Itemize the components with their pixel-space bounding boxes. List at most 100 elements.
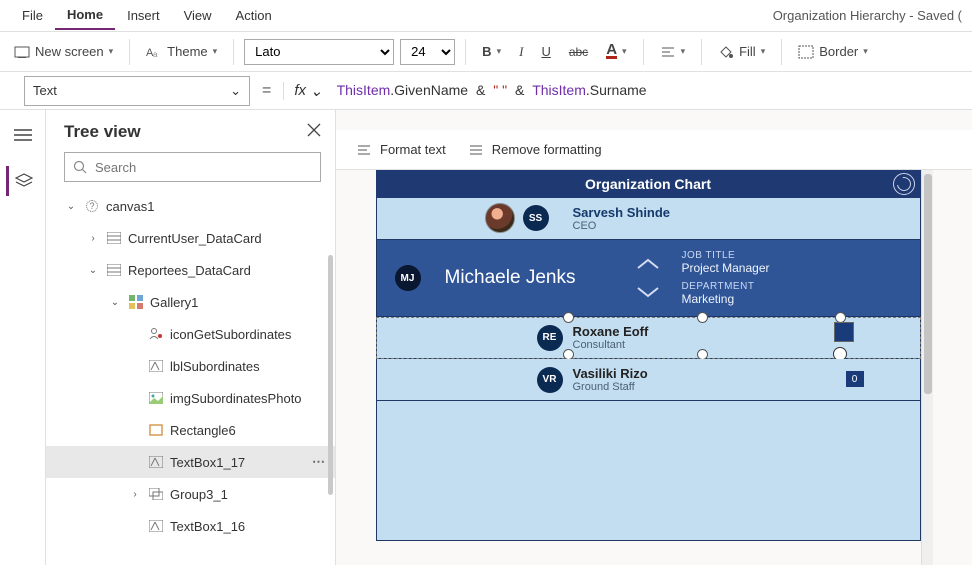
menu-bar: File Home Insert View Action Organizatio…	[0, 0, 972, 32]
bold-icon: B	[482, 44, 491, 59]
tree-search-input[interactable]	[95, 160, 312, 175]
fill-icon	[718, 44, 734, 60]
tree-node-icongetsubs[interactable]: iconGetSubordinates	[46, 318, 335, 350]
collapse-icon[interactable]: ⌄	[108, 297, 122, 308]
underline-button[interactable]: U	[535, 40, 556, 63]
hamburger-button[interactable]	[8, 120, 38, 150]
menu-view[interactable]: View	[172, 2, 224, 29]
avatar-initials: VR	[537, 367, 563, 393]
tree-title: Tree view	[64, 122, 141, 142]
left-rail	[0, 110, 46, 565]
tree-node-label: TextBox1_16	[170, 519, 245, 534]
more-icon[interactable]: ⋯	[312, 454, 327, 470]
strikethrough-button[interactable]: abc	[563, 41, 594, 63]
tree-node-lblsubs[interactable]: lblSubordinates	[46, 350, 335, 382]
new-screen-button[interactable]: New screen ▾	[8, 40, 119, 64]
font-color-icon: A	[606, 45, 617, 59]
tree-node-textbox1-17[interactable]: TextBox1_17 ⋯	[46, 446, 335, 478]
tree-node-label: Reportees_DataCard	[128, 263, 251, 278]
person-name: Vasiliki Rizo	[573, 366, 648, 381]
chevron-down-icon: ▾	[497, 46, 502, 57]
formula-input[interactable]: ThisItem.GivenName & " " & ThisItem.Surn…	[323, 82, 972, 99]
font-family-select[interactable]: Lato	[244, 39, 394, 65]
remove-formatting-button[interactable]: Remove formatting	[468, 142, 602, 157]
expand-icon[interactable]: ›	[86, 233, 100, 244]
tree-node-imgsubs[interactable]: imgSubordinatesPhoto	[46, 382, 335, 414]
formula-bar: Text ⌄ = fx ⌄ ThisItem.GivenName & " " &…	[0, 72, 972, 110]
canvas-scrollbar[interactable]	[921, 170, 933, 565]
menu-home[interactable]: Home	[55, 1, 115, 30]
datacard-icon	[106, 230, 122, 246]
chevron-down-icon: ▾	[109, 46, 114, 57]
refresh-icon[interactable]	[893, 173, 915, 195]
tree-node-currentuser[interactable]: › CurrentUser_DataCard	[46, 222, 335, 254]
selected-badge-box[interactable]	[834, 322, 854, 342]
gallery-empty-area[interactable]	[376, 401, 921, 541]
chevron-down-icon[interactable]	[635, 285, 661, 299]
align-button[interactable]: ▾	[654, 40, 692, 64]
org-manager-row[interactable]: MJ Michaele Jenks JOB TITLE Project Mana…	[376, 240, 921, 317]
nav-up-down[interactable]	[635, 257, 661, 299]
label-icon	[148, 358, 164, 374]
org-subordinate-row[interactable]: RE Roxane Eoff Consultant	[376, 317, 921, 359]
close-icon	[307, 123, 321, 137]
new-screen-label: New screen	[35, 44, 104, 59]
tree-node-reportees[interactable]: ⌄ Reportees_DataCard	[46, 254, 335, 286]
format-text-button[interactable]: Format text	[356, 142, 446, 157]
app-preview[interactable]: Organization Chart SS Sarvesh Shinde CEO	[376, 170, 921, 565]
tree-node-group3-1[interactable]: › Group3_1	[46, 478, 335, 510]
hamburger-icon	[14, 128, 32, 142]
close-tree-button[interactable]	[307, 123, 321, 142]
collapse-icon[interactable]: ⌄	[64, 201, 78, 212]
menu-file[interactable]: File	[10, 2, 55, 29]
scrollbar-thumb[interactable]	[924, 174, 932, 394]
rectangle-icon	[148, 422, 164, 438]
tree-node-label: TextBox1_17	[170, 455, 245, 470]
property-select-value: Text	[33, 83, 57, 98]
tree-view-button[interactable]	[6, 166, 36, 196]
label-icon	[148, 454, 164, 470]
label-icon	[148, 518, 164, 534]
font-color-button[interactable]: A ▾	[600, 41, 632, 63]
fx-button[interactable]: fx ⌄	[283, 82, 322, 100]
tree-node-rect6[interactable]: Rectangle6	[46, 414, 335, 446]
tree-search[interactable]	[64, 152, 321, 182]
menu-action[interactable]: Action	[224, 2, 284, 29]
tree-node-canvas1[interactable]: ⌄ ? canvas1	[46, 190, 335, 222]
underline-icon: U	[541, 44, 550, 59]
person-title: Consultant	[573, 339, 649, 351]
expand-icon[interactable]: ›	[128, 489, 142, 500]
tree-node-textbox1-16[interactable]: TextBox1_16	[46, 510, 335, 542]
collapse-icon[interactable]: ⌄	[86, 265, 100, 276]
property-select[interactable]: Text ⌄	[24, 76, 250, 106]
bold-button[interactable]: B▾	[476, 40, 507, 63]
fill-button[interactable]: Fill ▾	[712, 40, 771, 64]
org-top-row[interactable]: SS Sarvesh Shinde CEO	[376, 198, 921, 240]
selection-handle[interactable]	[563, 312, 574, 323]
italic-button[interactable]: I	[513, 40, 529, 64]
menu-insert[interactable]: Insert	[115, 2, 172, 29]
document-title: Organization Hierarchy - Saved (	[773, 8, 962, 23]
selection-handle[interactable]	[697, 312, 708, 323]
chevron-up-icon[interactable]	[635, 257, 661, 271]
font-size-select[interactable]: 24	[400, 39, 455, 65]
job-title-label: JOB TITLE	[681, 250, 769, 261]
person-name: Roxane Eoff	[573, 324, 649, 339]
gallery-icon	[128, 294, 144, 310]
chevron-down-icon: ▾	[863, 46, 868, 57]
tree-scrollbar-thumb[interactable]	[328, 255, 333, 495]
theme-button[interactable]: Aa Theme ▾	[140, 40, 223, 64]
chevron-down-icon: ▾	[622, 46, 627, 57]
person-title: CEO	[573, 220, 671, 232]
canvas-icon: ?	[84, 198, 100, 214]
border-label: Border	[819, 44, 858, 59]
department-label: DEPARTMENT	[681, 281, 769, 292]
tree-node-gallery1[interactable]: ⌄ Gallery1	[46, 286, 335, 318]
person-title: Ground Staff	[573, 381, 648, 393]
canvas-area: Format text Remove formatting Organizati…	[336, 110, 972, 565]
theme-label: Theme	[167, 44, 207, 59]
tree-list[interactable]: ⌄ ? canvas1 › CurrentUser_DataCard ⌄ Rep…	[46, 190, 335, 565]
group-icon	[148, 486, 164, 502]
org-subordinate-row[interactable]: VR Vasiliki Rizo Ground Staff 0	[376, 359, 921, 401]
border-button[interactable]: Border ▾	[792, 40, 874, 64]
